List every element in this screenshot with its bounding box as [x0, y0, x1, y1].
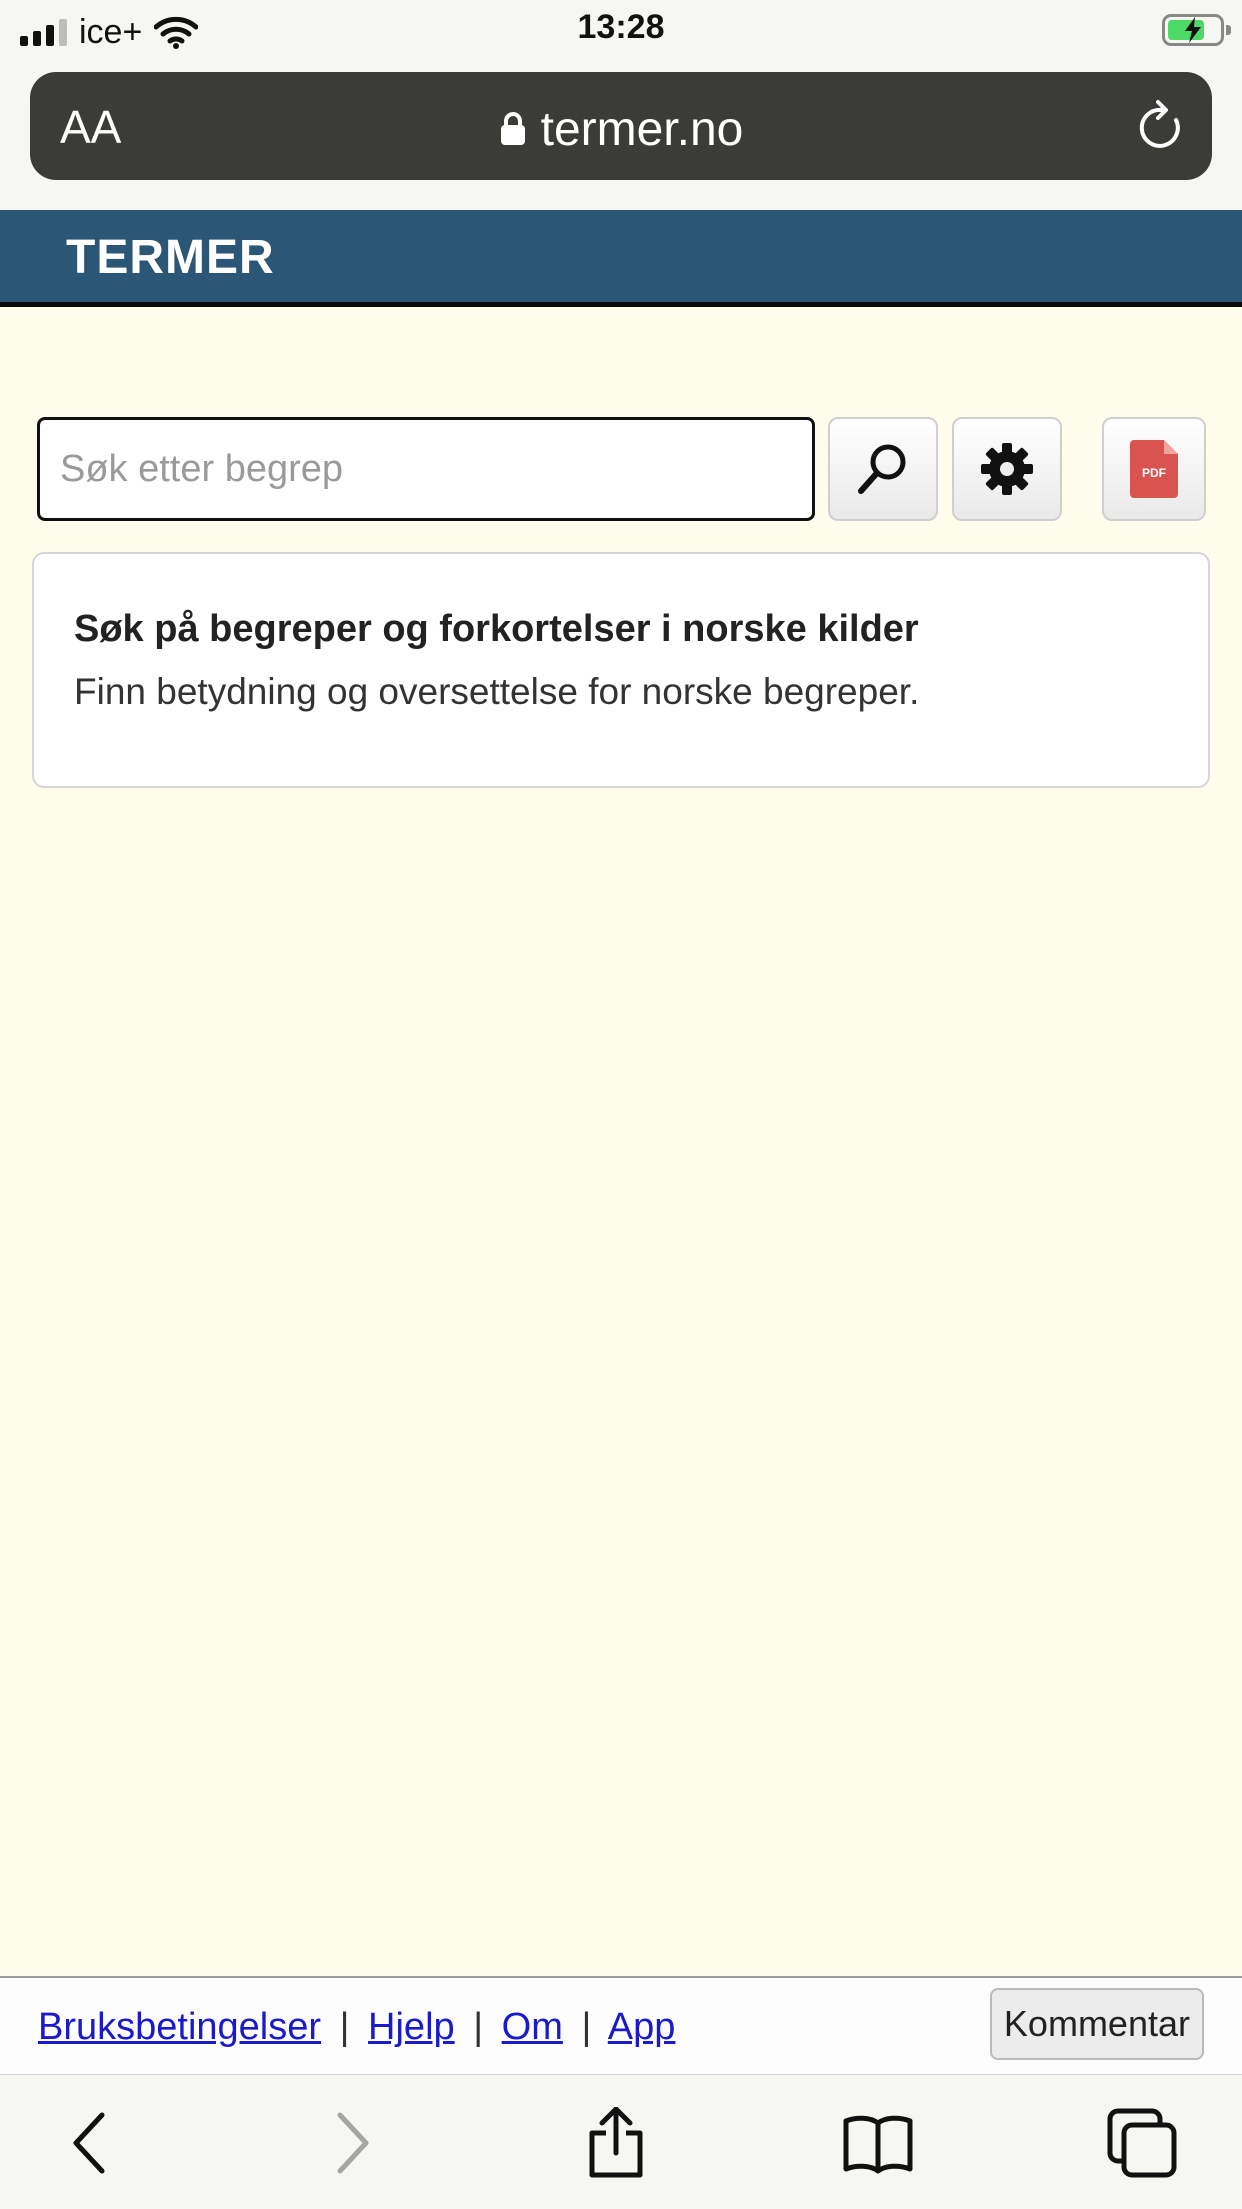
address-bar[interactable]: AA termer.no — [30, 72, 1212, 180]
info-text: Finn betydning og oversettelse for norsk… — [74, 671, 920, 712]
status-bar: ice+ 13:28 — [0, 0, 1242, 64]
footer-links: Bruksbetingelser | Hjelp | Om | App — [38, 2006, 676, 2048]
back-icon — [73, 2112, 105, 2174]
tabs-button[interactable] — [1102, 2103, 1182, 2183]
pdf-button[interactable]: PDF — [1102, 417, 1206, 521]
settings-button[interactable] — [952, 417, 1062, 521]
browser-address-area: AA termer.no — [0, 64, 1242, 210]
forward-button[interactable] — [312, 2103, 392, 2183]
comment-button[interactable]: Kommentar — [989, 1988, 1204, 2060]
footer-link-app[interactable]: App — [608, 2006, 676, 2048]
bookmarks-button[interactable] — [838, 2103, 918, 2183]
footer-link-hjelp[interactable]: Hjelp — [368, 2006, 455, 2048]
tabs-icon — [1107, 2108, 1177, 2178]
share-button[interactable] — [576, 2103, 656, 2183]
url-display[interactable]: termer.no — [30, 102, 1212, 157]
info-title: Søk på begreper og forkortelser i norske… — [74, 608, 919, 650]
back-button[interactable] — [50, 2103, 130, 2183]
browser-toolbar — [0, 2074, 1242, 2209]
search-button[interactable] — [828, 417, 938, 521]
clock: 13:28 — [577, 8, 665, 46]
lock-icon — [500, 112, 525, 146]
site-header: TERMER — [0, 210, 1242, 307]
pdf-icon: PDF — [1130, 440, 1178, 498]
info-card: Søk på begreper og forkortelser i norske… — [32, 552, 1210, 788]
site-logo-title[interactable]: TERMER — [66, 230, 275, 285]
gear-icon — [981, 443, 1033, 495]
forward-icon — [337, 2112, 369, 2174]
footer-link-om[interactable]: Om — [502, 2006, 563, 2048]
battery-icon — [1162, 14, 1231, 46]
page-footer: Bruksbetingelser | Hjelp | Om | App Komm… — [0, 1976, 1242, 2076]
search-icon — [858, 444, 906, 494]
share-icon — [589, 2107, 643, 2178]
footer-link-bruksbetingelser[interactable]: Bruksbetingelser — [38, 2006, 321, 2048]
reload-icon[interactable] — [1136, 98, 1188, 154]
svg-text:PDF: PDF — [1142, 466, 1166, 480]
search-input[interactable] — [37, 417, 815, 521]
url-text: termer.no — [540, 103, 744, 156]
bookmarks-icon — [843, 2115, 913, 2174]
